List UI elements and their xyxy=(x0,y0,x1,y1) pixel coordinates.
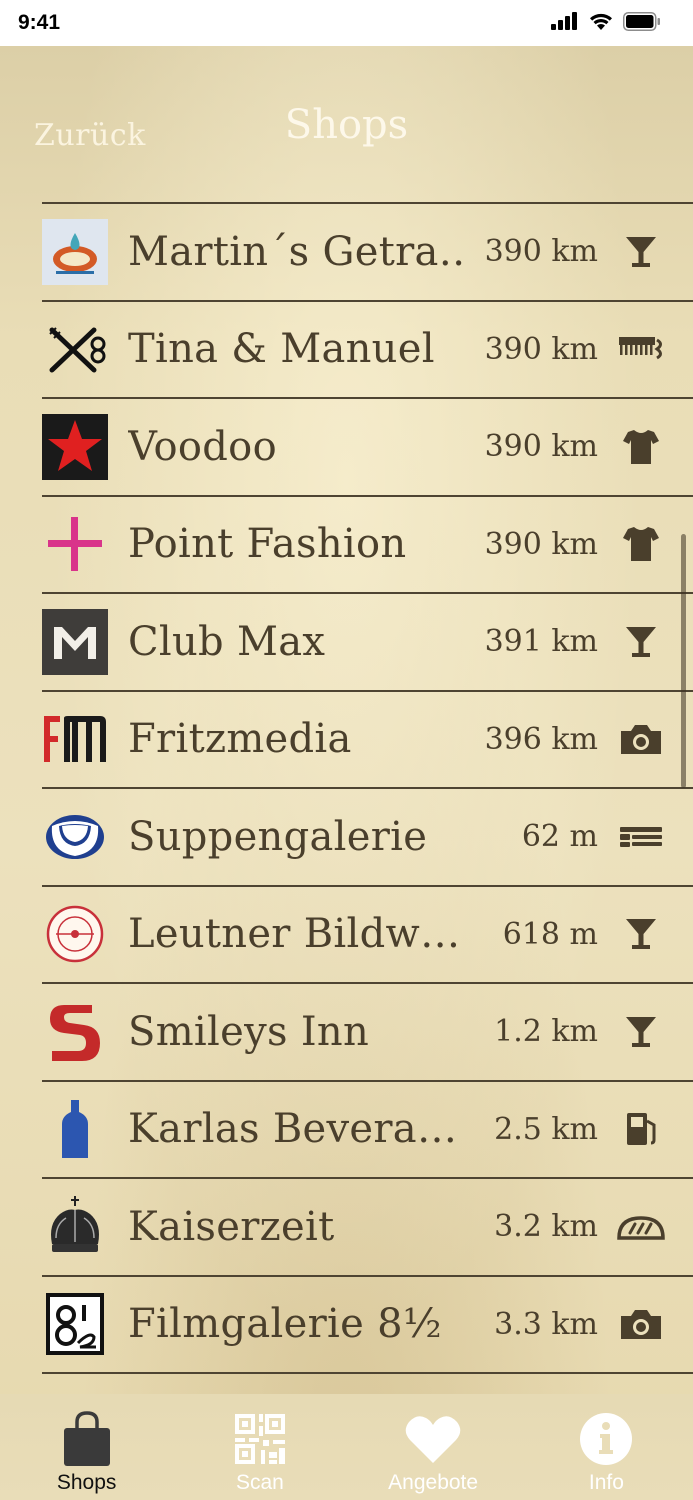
tab-label: Angebote xyxy=(388,1471,479,1494)
pink-cross-logo xyxy=(42,511,108,577)
shop-distance: 1.2 km xyxy=(494,1014,598,1050)
shop-row[interactable]: Voodoo 390 km xyxy=(42,399,693,497)
blue-bottle-logo xyxy=(42,1096,108,1162)
martins-getraenke-logo xyxy=(42,218,108,285)
scissors-comb-logo xyxy=(42,316,108,382)
shop-name: Club Max xyxy=(128,618,326,665)
camera-icon xyxy=(616,714,666,764)
fuel-pump-icon xyxy=(616,1104,666,1154)
shop-distance: 390 km xyxy=(484,429,598,465)
shop-row[interactable]: Tina & Manuel 390 km xyxy=(42,302,693,399)
shop-row[interactable]: Martin´s Getra… 390 km xyxy=(42,204,693,302)
wifi-icon xyxy=(588,12,614,35)
soup-bowl-logo xyxy=(42,804,108,870)
club-max-logo xyxy=(42,608,108,675)
screen: Zurück Shops Martin´s Getra… 390 km Tina… xyxy=(0,46,693,1500)
shop-distance: 390 km xyxy=(484,234,598,270)
shop-row[interactable]: Filmgalerie 8½ 3.3 km xyxy=(42,1277,693,1374)
shopping-bag-icon xyxy=(57,1408,117,1470)
shop-row[interactable]: Smileys Inn 1.2 km xyxy=(42,984,693,1082)
cocktail-glass-icon xyxy=(616,227,666,277)
comb-icon xyxy=(616,324,666,374)
shop-row[interactable]: Fritzmedia 396 km xyxy=(42,692,693,789)
qr-code-icon xyxy=(230,1408,290,1470)
tab-label: Info xyxy=(588,1471,624,1494)
shop-list: Martin´s Getra… 390 km Tina & Manuel 390… xyxy=(0,204,693,1374)
shop-name: Suppengalerie xyxy=(128,813,428,860)
info-icon xyxy=(576,1408,636,1470)
fritzmedia-logo xyxy=(42,706,108,772)
bread-icon xyxy=(616,1202,666,1252)
status-icons xyxy=(551,11,661,35)
status-bar: 9:41 xyxy=(0,0,693,46)
heart-icon xyxy=(403,1408,463,1470)
shop-name: Filmgalerie 8½ xyxy=(128,1301,442,1348)
tab-angebote[interactable]: Angebote xyxy=(347,1394,520,1500)
shop-distance: 396 km xyxy=(484,721,598,757)
shop-name: Martin´s Getra… xyxy=(128,228,463,275)
tab-scan[interactable]: Scan xyxy=(173,1394,346,1500)
cutlery-icon xyxy=(616,812,666,862)
shop-name: Fritzmedia xyxy=(128,716,352,763)
shop-row[interactable]: Club Max 391 km xyxy=(42,594,693,692)
tab-info[interactable]: Info xyxy=(520,1394,693,1500)
shop-row[interactable]: Karlas Bevera… 2.5 km xyxy=(42,1082,693,1179)
tab-label: Scan xyxy=(235,1471,284,1494)
shop-distance: 390 km xyxy=(484,526,598,562)
shop-distance: 618 m xyxy=(502,916,598,952)
shop-name: Leutner Bildw… xyxy=(128,911,461,958)
tshirt-icon xyxy=(616,422,666,472)
shop-distance: 3.2 km xyxy=(494,1209,598,1245)
shop-row[interactable]: Point Fashion 390 km xyxy=(42,497,693,594)
shop-name: Smileys Inn xyxy=(128,1008,370,1055)
cocktail-glass-icon xyxy=(616,617,666,667)
shop-distance: 3.3 km xyxy=(494,1306,598,1342)
tshirt-icon xyxy=(616,519,666,569)
shop-name: Voodoo xyxy=(128,423,277,470)
page-title: Shops xyxy=(284,102,409,148)
cocktail-glass-icon xyxy=(616,909,666,959)
red-star-logo xyxy=(42,413,108,480)
shop-name: Karlas Bevera… xyxy=(128,1106,458,1153)
smileys-s-logo xyxy=(42,999,108,1065)
tab-label: Shops xyxy=(56,1471,117,1494)
shop-name: Point Fashion xyxy=(128,521,407,568)
leutner-seal-logo xyxy=(42,901,108,967)
scroll-indicator[interactable] xyxy=(681,534,686,788)
shop-row[interactable]: Kaiserzeit 3.2 km xyxy=(42,1179,693,1277)
status-time: 9:41 xyxy=(18,11,61,34)
shop-distance: 391 km xyxy=(484,624,598,660)
tab-shops[interactable]: Shops xyxy=(0,1394,173,1500)
filmgalerie-logo xyxy=(42,1291,108,1357)
cocktail-glass-icon xyxy=(616,1007,666,1057)
shop-row[interactable]: Leutner Bildw… 618 m xyxy=(42,887,693,984)
shop-row[interactable]: Suppengalerie 62 m xyxy=(42,789,693,887)
shop-distance: 390 km xyxy=(484,331,598,367)
shop-name: Tina & Manuel xyxy=(128,326,435,373)
crown-logo xyxy=(42,1194,108,1260)
signal-icon xyxy=(551,12,579,34)
navigation-bar: Zurück Shops xyxy=(0,46,693,202)
shop-distance: 62 m xyxy=(521,819,598,855)
camera-icon xyxy=(616,1299,666,1349)
tab-bar: Shops Scan Angebote Info xyxy=(0,1394,693,1500)
battery-icon xyxy=(623,11,661,35)
shop-distance: 2.5 km xyxy=(494,1111,598,1147)
shop-name: Kaiserzeit xyxy=(128,1203,335,1250)
